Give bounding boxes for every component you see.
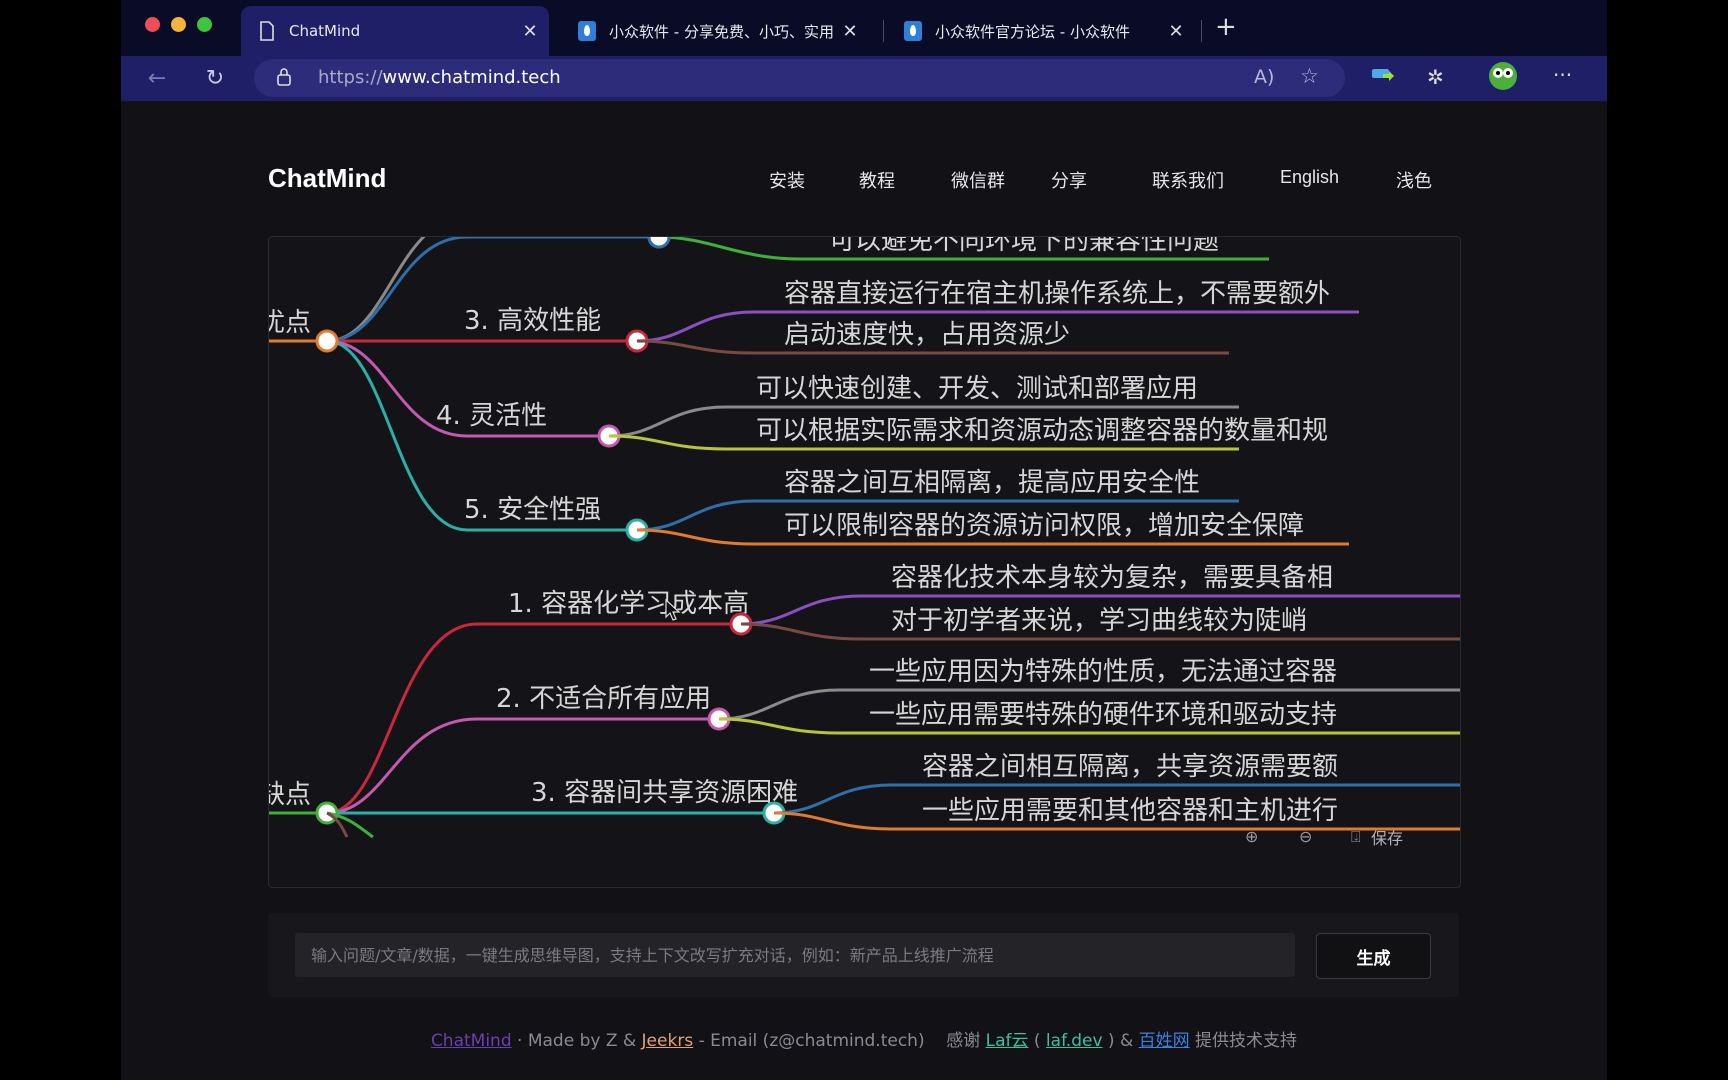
page: ChatMind 安装 教程 微信群 分享 联系我们 English 浅色 优点 可以避免不同… — [121, 101, 1607, 1080]
nav-item-3[interactable]: 分享 — [1051, 167, 1087, 193]
collections-icon[interactable] — [1371, 66, 1395, 89]
leaf-node-label[interactable]: 可以快速创建、开发、测试和部署应用 — [756, 374, 1198, 404]
nav-item-6[interactable]: 浅色 — [1396, 167, 1432, 193]
chatmind-link[interactable]: ChatMind — [431, 1031, 512, 1051]
leaf-node-label[interactable]: 可以根据实际需求和资源动态调整容器的数量和规 — [756, 416, 1328, 446]
mindmap-canvas[interactable]: 优点 可以避免不同环境下的兼容性问题 3. 高效性能 容器直接运行在宿主机操作系统上，… — [268, 236, 1461, 888]
extensions-icon[interactable]: ✲ — [1427, 65, 1444, 89]
back-icon[interactable]: ← — [141, 62, 173, 94]
save-button[interactable]: 保存 — [1371, 825, 1403, 849]
footer-email: - Email (z@chatmind.tech) 感谢 — [693, 1031, 986, 1051]
tab-label: ChatMind — [289, 22, 361, 40]
more-menu-icon[interactable]: ··· — [1553, 63, 1572, 87]
tab-label: 小众软件官方论坛 - 小众软件 — [935, 22, 1130, 41]
close-tab-icon[interactable]: ✕ — [839, 21, 861, 42]
generate-button[interactable]: 生成 — [1316, 933, 1431, 979]
leaf-node-label[interactable]: 一些应用需要特殊的硬件环境和驱动支持 — [869, 700, 1337, 730]
leaf-node-label[interactable]: 容器之间相互隔离，共享资源需要额 — [922, 752, 1338, 782]
save-icon[interactable]: ⍗ — [1351, 827, 1361, 847]
branch-node-label[interactable]: 3. 高效性能 — [464, 306, 601, 336]
tab-appinn[interactable]: 小众软件 - 分享免费、小巧、实用 ✕ — [561, 6, 869, 56]
close-window-button[interactable] — [145, 17, 160, 32]
lock-icon — [276, 67, 292, 92]
tab-separator — [883, 20, 884, 42]
footer-text: ( — [1028, 1031, 1046, 1051]
site-logo[interactable]: ChatMind — [268, 163, 386, 194]
leaf-node-label[interactable]: 一些应用需要和其他容器和主机进行 — [922, 796, 1338, 826]
branch-node[interactable] — [647, 237, 671, 249]
tab-chatmind[interactable]: ChatMind ✕ — [241, 6, 549, 56]
footer-text: · Made by Z & — [511, 1031, 642, 1051]
maximize-window-button[interactable] — [197, 17, 212, 32]
prompt-input[interactable] — [295, 933, 1295, 977]
leaf-node-label[interactable]: 对于初学者来说，学习曲线较为陡峭 — [891, 606, 1307, 636]
drop-icon — [577, 21, 597, 41]
nav-item-2[interactable]: 微信群 — [951, 167, 1005, 193]
branch-link — [326, 237, 426, 343]
footer-text: 提供技术支持 — [1189, 1031, 1298, 1051]
read-aloud-icon[interactable]: A) — [1254, 66, 1274, 88]
nav-item-5[interactable]: English — [1280, 167, 1339, 188]
leaf-node-label[interactable]: 启动速度快，占用资源少 — [784, 320, 1070, 350]
leaf-node-label[interactable]: 可以限制容器的资源访问权限，增加安全保障 — [784, 511, 1304, 541]
nav-item-1[interactable]: 教程 — [859, 167, 895, 193]
nav-item-0[interactable]: 安装 — [769, 167, 805, 193]
root-node-label[interactable]: 优点 — [269, 308, 311, 338]
close-tab-icon[interactable]: ✕ — [519, 21, 541, 42]
address-bar[interactable]: https://www.chatmind.tech A) ☆ — [254, 59, 1345, 97]
new-tab-button[interactable]: + — [1215, 12, 1237, 42]
leaf-node-label[interactable]: 容器之间互相隔离，提高应用安全性 — [784, 468, 1200, 498]
drop-icon — [903, 21, 923, 41]
zoom-out-icon[interactable]: ⊖ — [1299, 827, 1312, 846]
add-favorite-icon[interactable]: ☆ — [1300, 64, 1319, 88]
lafdev-link[interactable]: laf.dev — [1046, 1031, 1103, 1051]
reload-icon[interactable]: ↻ — [199, 62, 231, 94]
tab-label: 小众软件 - 分享免费、小巧、实用 — [609, 22, 834, 41]
document-icon — [257, 21, 277, 41]
branch-node-label[interactable]: 1. 容器化学习成本高 — [508, 589, 749, 619]
baixing-link[interactable]: 百姓网 — [1139, 1031, 1190, 1051]
root-node[interactable] — [315, 329, 339, 353]
zoom-in-icon[interactable]: ⊕ — [1245, 827, 1258, 846]
profile-avatar[interactable] — [1488, 61, 1518, 96]
nav-item-4[interactable]: 联系我们 — [1152, 167, 1224, 193]
leaf-node-label[interactable]: 可以避免不同环境下的兼容性问题 — [829, 237, 1219, 256]
browser-toolbar: ← ↻ https://www.chatmind.tech A) ☆ ✲ ··· — [121, 56, 1607, 101]
minimize-window-button[interactable] — [171, 17, 186, 32]
prompt-panel: 生成 — [268, 913, 1459, 997]
leaf-node-label[interactable]: 一些应用因为特殊的性质，无法通过容器 — [869, 657, 1337, 687]
tab-separator — [1201, 20, 1202, 42]
leaf-node-label[interactable]: 容器化技术本身较为复杂，需要具备相 — [891, 563, 1333, 593]
browser-window: ChatMind ✕ 小众软件 - 分享免费、小巧、实用 ✕ 小众软件官方论坛 … — [121, 0, 1607, 1080]
jeekrs-link[interactable]: Jeekrs — [642, 1031, 694, 1051]
url-text: https://www.chatmind.tech — [318, 67, 561, 88]
close-tab-icon[interactable]: ✕ — [1165, 21, 1187, 42]
branch-node-label[interactable]: 3. 容器间共享资源困难 — [531, 778, 798, 808]
footer-text: ) & — [1102, 1031, 1139, 1051]
footer: ChatMind · Made by Z & Jeekrs - Email (z… — [121, 1026, 1607, 1051]
branch-node-label[interactable]: 2. 不适合所有应用 — [496, 684, 711, 714]
leaf-node-label[interactable]: 容器直接运行在宿主机操作系统上，不需要额外 — [784, 279, 1330, 309]
tab-bar: ChatMind ✕ 小众软件 - 分享免费、小巧、实用 ✕ 小众软件官方论坛 … — [121, 0, 1607, 56]
laf-link[interactable]: Laf云 — [986, 1031, 1029, 1051]
branch-node-label[interactable]: 5. 安全性强 — [464, 495, 601, 525]
branch-node-label[interactable]: 4. 灵活性 — [436, 401, 547, 431]
tab-appinn-forum[interactable]: 小众软件官方论坛 - 小众软件 ✕ — [887, 6, 1195, 56]
root-node-label[interactable]: 缺点 — [269, 780, 311, 810]
mindmap-svg: 优点 可以避免不同环境下的兼容性问题 3. 高效性能 容器直接运行在宿主机操作系统上，… — [269, 237, 1460, 839]
